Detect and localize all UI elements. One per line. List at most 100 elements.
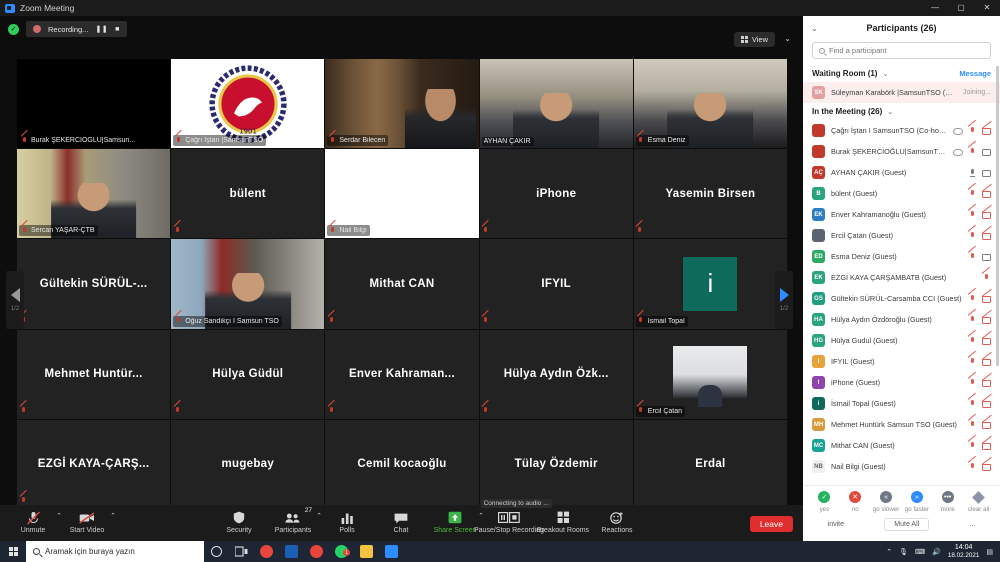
camera-off-icon[interactable] [982, 317, 991, 324]
video-tile[interactable]: IFYIL [479, 239, 633, 329]
chevron-down-icon[interactable]: ⌄ [882, 70, 888, 78]
toolbar-polls-button[interactable]: Polls [320, 508, 374, 534]
in-meeting-header[interactable]: In the Meeting (26) ⌄ [803, 103, 1000, 120]
mic-icon[interactable]: 🎙 [899, 548, 908, 556]
video-tile[interactable]: EZGİ KAYA-ÇARŞ... [17, 419, 171, 509]
participant-row[interactable]: GS Gültekin SÜRÜL-Carsamba CCI (Guest) [803, 288, 1000, 309]
video-tile[interactable]: Hülya Güdül [171, 329, 325, 419]
mic-off-icon[interactable] [968, 399, 977, 408]
waiting-room-participant-row[interactable]: SK Süleyman Karabörk |SamsunTSO (Guest) Jo… [803, 82, 1000, 103]
recording-controls[interactable]: Recording... ❚❚ ■ [26, 21, 127, 37]
participant-row[interactable]: Bbülent (Guest) [803, 183, 1000, 204]
participant-row[interactable]: MC Mithat CAN (Guest) [803, 435, 1000, 456]
toolbar-pause-stop-recording-button[interactable]: Pause/Stop Recording [474, 508, 544, 534]
camera-off-icon[interactable] [982, 443, 991, 450]
mic-off-icon[interactable] [968, 378, 977, 387]
toolbar-chat-button[interactable]: Chat [374, 508, 428, 534]
mic-off-icon[interactable] [968, 420, 977, 429]
video-tile[interactable]: Mehmet Huntür... [17, 329, 171, 419]
mic-off-icon[interactable] [968, 126, 977, 135]
next-page-button[interactable]: 1/2 [775, 271, 793, 329]
camera-off-icon[interactable] [982, 128, 991, 135]
video-tile[interactable]: Serdar Bilecen [325, 59, 479, 149]
mic-off-icon[interactable] [968, 294, 977, 303]
file-explorer-icon[interactable] [354, 545, 379, 558]
video-tile[interactable]: Erdal [633, 419, 787, 509]
participant-row[interactable]: IiPhone (Guest) [803, 372, 1000, 393]
outlook-icon[interactable] [279, 545, 304, 558]
maximize-button[interactable]: ▢ [948, 0, 974, 16]
mic-off-icon[interactable] [968, 189, 977, 198]
chrome-icon[interactable] [254, 545, 279, 558]
reaction-no-button[interactable]: ✕ no [840, 491, 870, 513]
taskbar-clock[interactable]: 14:04 18.02.2021 [948, 544, 980, 559]
participant-list-scrollbar[interactable] [996, 66, 999, 366]
toolbar-participants-button[interactable]: 27 Participants ⌃ [266, 507, 322, 534]
participant-row[interactable]: ED Esma Deniz (Guest) [803, 246, 1000, 267]
camera-off-icon[interactable] [982, 464, 991, 471]
toolbar-security-button[interactable]: Security [212, 508, 266, 534]
task-view-icon[interactable] [229, 545, 254, 558]
participant-row[interactable]: HG Hülya Gudul (Guest) [803, 330, 1000, 351]
tray-chevron-icon[interactable]: ⌃ [886, 548, 892, 556]
toolbar-reactions-button[interactable]: Reactions [590, 508, 644, 534]
camera-off-icon[interactable] [982, 338, 991, 345]
participant-row[interactable]: MH Mehmet Huntürk Samsun TSO (Guest) [803, 414, 1000, 435]
participant-row[interactable]: HA Hülya Aydın Özdöroğlu (Guest) [803, 309, 1000, 330]
camera-off-icon[interactable] [982, 380, 991, 387]
close-button[interactable]: ✕ [974, 0, 1000, 16]
reaction-more-button[interactable]: ••• more [933, 491, 963, 513]
video-tile[interactable]: Enver Kahraman... [325, 329, 479, 419]
participant-row[interactable]: EK EZGİ KAYA ÇARŞAMBATB (Guest) [803, 267, 1000, 288]
toolbar-start-video-button[interactable]: Start Video ⌃ [60, 508, 116, 534]
mic-off-icon[interactable] [968, 315, 977, 324]
video-tile[interactable]: Mithat CAN [325, 239, 479, 329]
network-icon[interactable]: ⌨ [915, 548, 925, 556]
mic-off-icon[interactable] [968, 441, 977, 450]
camera-on-icon[interactable] [982, 254, 991, 261]
start-button[interactable] [0, 547, 26, 556]
minimize-button[interactable]: — [922, 0, 948, 16]
video-tile[interactable]: Ercil Çatan [633, 329, 787, 419]
video-tile[interactable]: Gültekin SÜRÜL-... [17, 239, 171, 329]
previous-page-button[interactable]: 1/2 [6, 271, 24, 329]
toolbar-breakout-rooms-button[interactable]: Breakout Rooms [536, 508, 590, 534]
invite-button[interactable]: invite [818, 519, 853, 530]
--button[interactable]: ... [960, 519, 985, 530]
video-tile[interactable]: Yasemin Birsen [633, 149, 787, 239]
participant-row[interactable]: Ercil Çatan (Guest) [803, 225, 1000, 246]
volume-icon[interactable]: 🔊 [932, 548, 941, 556]
taskbar-search[interactable]: Aramak için buraya yazın [26, 541, 204, 562]
whatsapp-icon[interactable]: 1 [329, 545, 354, 558]
participant-row[interactable]: i İsmail Topal (Guest) [803, 393, 1000, 414]
camera-off-icon[interactable] [982, 233, 991, 240]
video-tile[interactable]: Nail Bilgi [325, 149, 479, 239]
mic-off-icon[interactable] [968, 231, 977, 240]
video-tile[interactable]: Cemil kocaoğlu [325, 419, 479, 509]
video-tile[interactable]: 1901 Çağrı İştan |SamsunTSO [171, 59, 325, 149]
mic-on-icon[interactable] [968, 168, 977, 177]
participant-row[interactable]: Çağrı İştan I SamsunTSO (Co-host, me) [803, 120, 1000, 141]
video-tile[interactable]: iPhone [479, 149, 633, 239]
camera-off-icon[interactable] [982, 212, 991, 219]
leave-button[interactable]: Leave [749, 516, 793, 532]
reaction-go-faster-button[interactable]: » go faster [902, 491, 932, 513]
video-tile[interactable]: bülent [171, 149, 325, 239]
mute-all-button[interactable]: Mute All [884, 518, 930, 531]
chevron-down-icon[interactable]: ⌄ [887, 108, 893, 116]
video-tile[interactable]: Hülya Aydın Özk... [479, 329, 633, 419]
notification-icon[interactable]: ▤ [986, 548, 993, 556]
mic-off-icon[interactable] [968, 252, 977, 261]
camera-off-icon[interactable] [982, 296, 991, 303]
camera-on-icon[interactable] [982, 170, 991, 177]
video-tile[interactable]: mugebay [171, 419, 325, 509]
camera-off-icon[interactable] [982, 191, 991, 198]
camera-on-icon[interactable] [982, 149, 991, 156]
participant-row[interactable]: EK Enver Kahramanoğlu (Guest) [803, 204, 1000, 225]
search-input[interactable] [829, 46, 984, 55]
toolbar-unmute-button[interactable]: Unmute ⌃ [6, 508, 62, 534]
reaction-clear-all-button[interactable]: clear all [964, 490, 994, 513]
participant-search-box[interactable] [812, 42, 991, 59]
stop-recording-button[interactable]: ■ [115, 26, 120, 33]
chevron-up-icon[interactable]: ⌃ [110, 512, 116, 520]
